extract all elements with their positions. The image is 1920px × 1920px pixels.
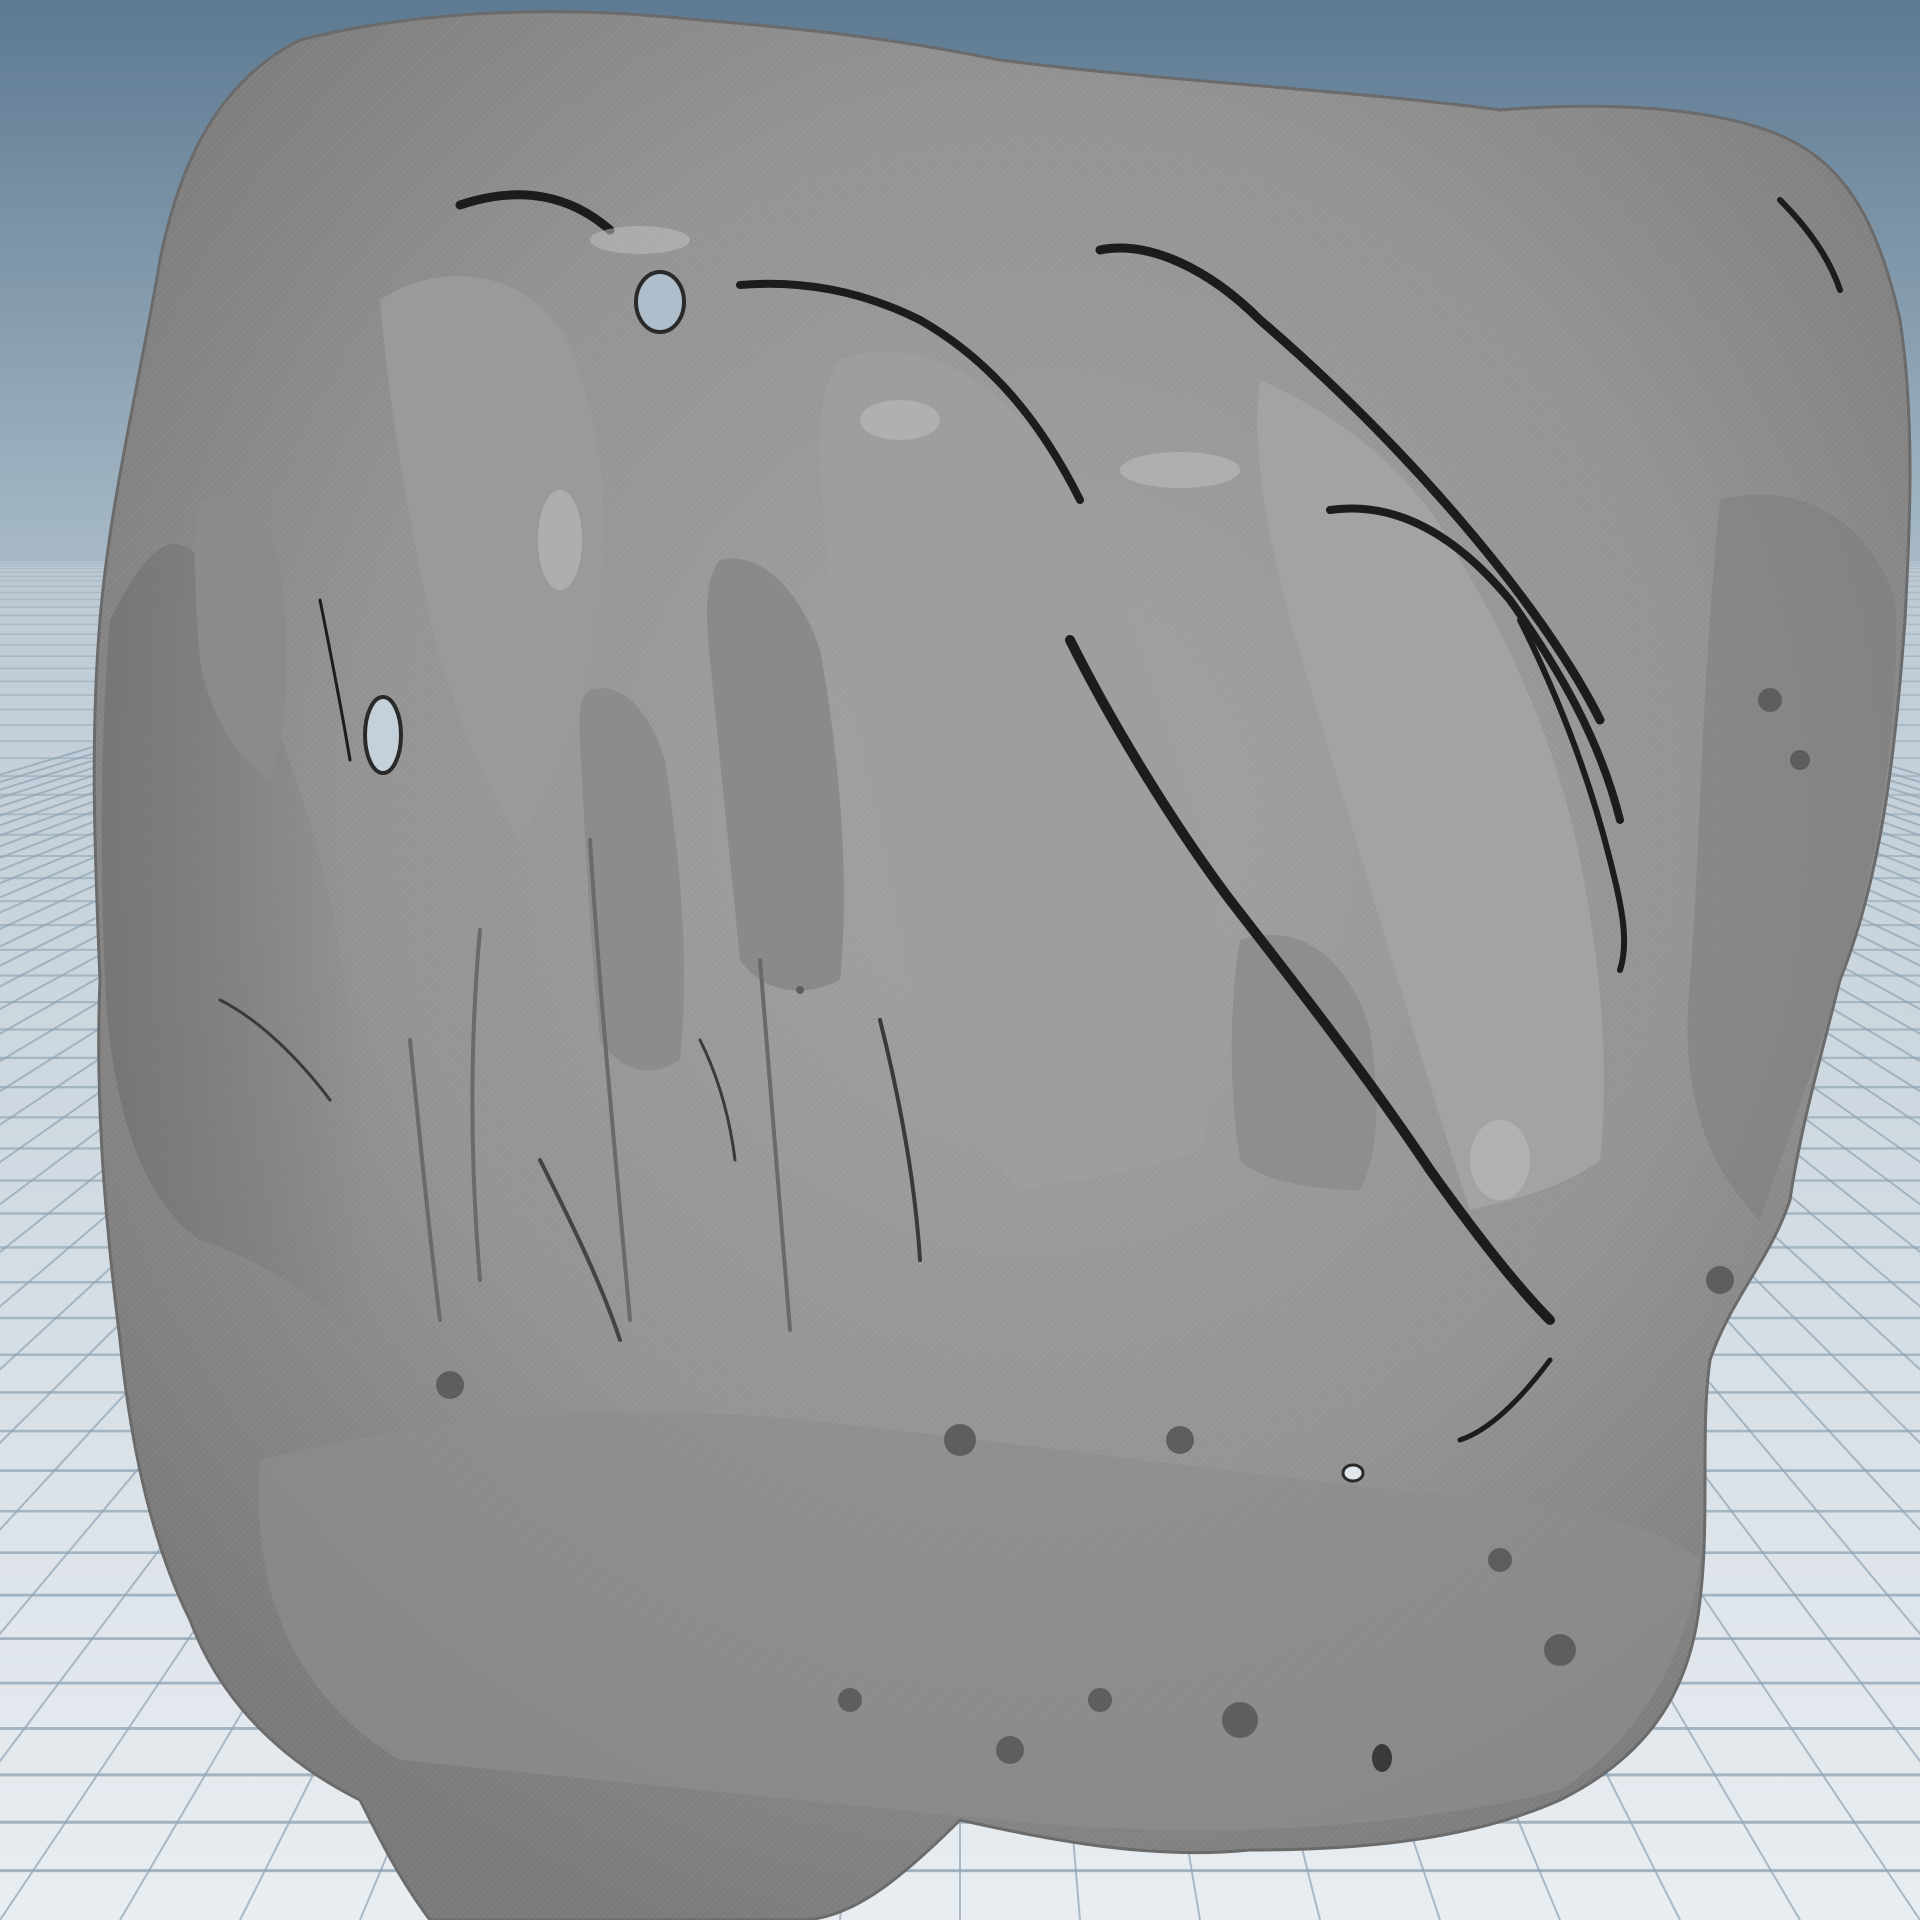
mesh-hole bbox=[1341, 1463, 1365, 1483]
rock-mesh[interactable] bbox=[0, 0, 1920, 1920]
right-shadow-region bbox=[1687, 494, 1896, 1220]
mesh-hole bbox=[1372, 1744, 1392, 1772]
mesh-hole bbox=[363, 695, 403, 775]
mesh-hole bbox=[634, 270, 686, 334]
3d-viewport[interactable] bbox=[0, 0, 1920, 1920]
